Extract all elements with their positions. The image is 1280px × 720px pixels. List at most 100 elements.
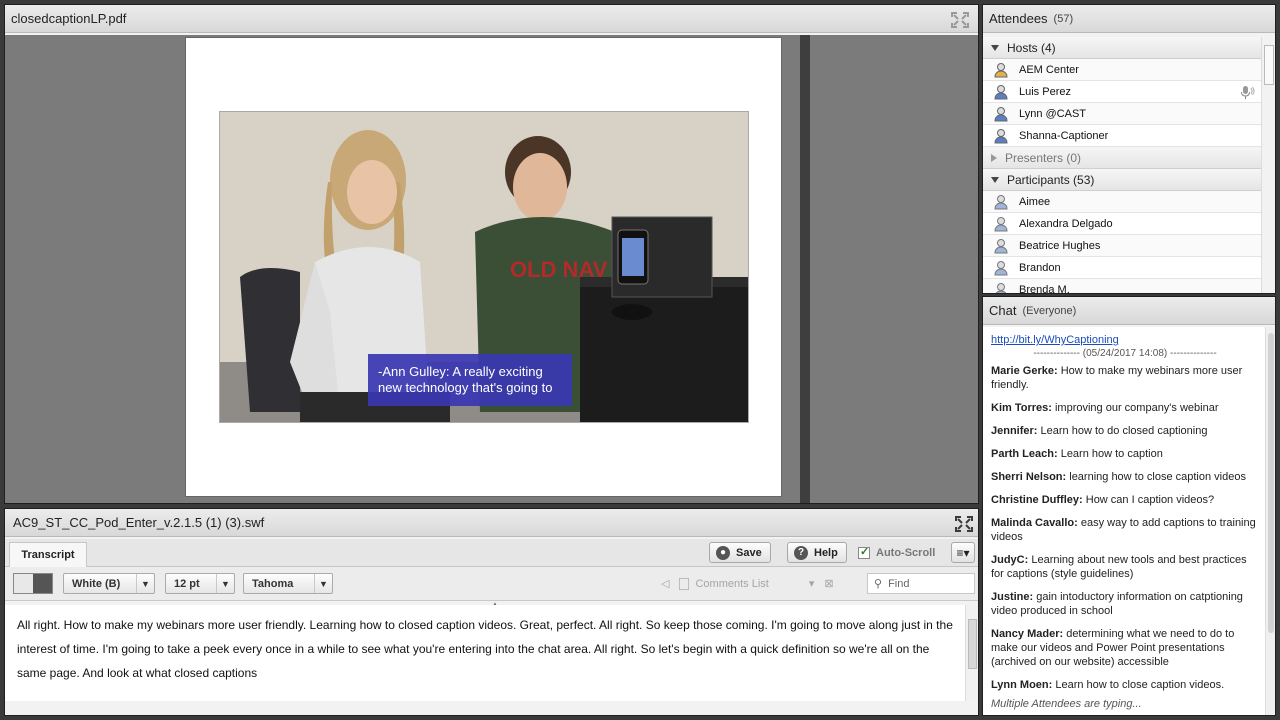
attendee-row[interactable]: Shanna-Captioner [983,125,1261,147]
participant-person-icon [994,216,1008,231]
transcript-scrollbar[interactable] [965,605,978,701]
chat-messages: http://bit.ly/WhyCaptioning ------------… [983,327,1267,715]
clear-comment-icon: ⊠ [824,578,834,590]
participants-list: Aimee Alexandra Delgado Beatrice Hughes … [983,191,1261,293]
chat-text: Learn how to do closed captioning [1037,425,1208,437]
chat-scope[interactable]: (Everyone) [1022,305,1076,317]
scrollbar-thumb[interactable] [968,619,977,669]
attendee-name: Beatrice Hughes [1019,239,1101,252]
presenters-group-label: Presenters (0) [1005,150,1082,165]
participant-person-icon [994,194,1008,209]
app-window: closedcaptionLP.pdf OLD NAV -Ann Gulley:… [0,0,1280,720]
chat-text: learning how to close caption videos [1066,471,1246,483]
caption-pod-title-bar: AC9_ST_CC_Pod_Enter_v.2.1.5 (1) (3).swf [5,509,978,537]
chat-message: Christine Duffley: How can I caption vid… [991,493,1259,507]
chat-text: Learn how to caption [1057,448,1163,460]
video-still: OLD NAV -Ann Gulley: A really exciting n… [220,112,748,422]
chat-scrollbar[interactable] [1265,327,1275,715]
save-icon: ● [716,545,730,560]
caption-tab-bar: Transcript ● Save ? Help Auto-Scroll ≡▾ [5,539,978,567]
stage-edge [800,35,810,503]
chat-text: Learn how to close caption videos. [1052,679,1225,691]
chat-sender: Malinda Cavallo: [991,517,1078,529]
attendee-scrollbar[interactable] [1261,37,1275,293]
size-select[interactable]: 12 pt ▼ [165,573,235,594]
fullscreen-icon[interactable] [955,516,973,532]
caption-toolbar: White (B) ▼ 12 pt ▼ Tahoma ▼ ◁ Comments … [5,567,978,601]
attendees-pod: Attendees (57) Hosts (4) AEM Center Luis… [982,4,1276,294]
autoscroll-label: Auto-Scroll [876,546,936,559]
dropdown-arrow-icon: ▼ [216,574,234,593]
hosts-list: AEM Center Luis Perez Lynn @CAST Shanna-… [983,59,1261,147]
chat-sender: Nancy Mader: [991,628,1064,640]
options-menu-button[interactable]: ≡▾ [951,542,975,563]
chat-date-separator: -------------- (05/24/2017 14:08) ------… [1033,348,1217,359]
autoscroll-checkbox[interactable] [858,545,870,559]
color-select-value: White (B) [72,577,121,590]
attendee-row[interactable]: Aimee [983,191,1261,213]
chat-message: Jennifer: Learn how to do closed caption… [991,424,1259,438]
participant-person-icon [995,282,1007,293]
video-caption-line-1: -Ann Gulley: A really exciting [378,364,543,379]
participants-group-header[interactable]: Participants (53) [983,169,1261,191]
attendee-row[interactable]: Lynn @CAST [983,103,1261,125]
typing-indicator: Multiple Attendees are typing... [991,698,1142,710]
host-person-icon [994,106,1008,121]
chat-link[interactable]: http://bit.ly/WhyCaptioning [991,333,1259,347]
attendee-name: Shanna-Captioner [1019,129,1109,142]
chat-sender: Lynn Moen: [991,679,1053,691]
comment-checkbox [679,577,690,590]
chat-sender: Marie Gerke: [991,365,1058,377]
tab-transcript[interactable]: Transcript [9,542,87,567]
presenters-group-header[interactable]: Presenters (0) [983,147,1261,169]
scrollbar-thumb[interactable] [1264,45,1274,85]
attendee-row[interactable]: AEM Center [983,59,1261,81]
attendee-row[interactable]: Beatrice Hughes [983,235,1261,257]
help-label: Help [814,546,838,559]
chat-message: Justine: gain intoductory information on… [991,590,1259,618]
autoscroll-toggle[interactable]: Auto-Scroll [858,542,935,563]
layout-option-light[interactable] [14,574,33,593]
find-input[interactable]: ⚲ Find [867,573,975,594]
caption-pod: AC9_ST_CC_Pod_Enter_v.2.1.5 (1) (3).swf … [4,508,979,716]
attendee-row[interactable]: Brenda M. [983,279,1261,293]
layout-toggle[interactable] [13,573,53,594]
share-pod-title: closedcaptionLP.pdf [11,11,127,26]
collapsed-arrow-icon [991,153,997,162]
chat-message: Marie Gerke: How to make my webinars mor… [991,364,1259,392]
chat-text: improving our company's webinar [1051,402,1219,414]
help-button[interactable]: ? Help [787,542,847,563]
attendee-name: Luis Perez [1019,85,1071,98]
search-icon: ⚲ [874,578,883,590]
video-caption-line-2: new technology that's going to [378,380,553,395]
chat-message: Parth Leach: Learn how to caption [991,447,1259,461]
attendee-name: Alexandra Delgado [1019,217,1113,230]
attendee-row[interactable]: Luis Perez [983,81,1261,103]
chat-pod: Chat (Everyone) http://bit.ly/WhyCaption… [982,296,1276,716]
fullscreen-icon[interactable] [951,12,969,28]
attendee-row[interactable]: Alexandra Delgado [983,213,1261,235]
layout-option-dark[interactable] [33,574,52,593]
share-pod-title-bar: closedcaptionLP.pdf [5,5,978,33]
font-select[interactable]: Tahoma ▼ [243,573,333,594]
size-select-value: 12 pt [174,577,200,590]
save-button[interactable]: ● Save [709,542,771,563]
attendees-title: Attendees [989,11,1048,26]
find-placeholder: Find [888,577,910,590]
chat-message: Lynn Moen: Learn how to close caption vi… [991,678,1259,692]
color-select[interactable]: White (B) ▼ [63,573,155,594]
help-icon: ? [794,545,808,560]
attendee-row[interactable]: Brandon [983,257,1261,279]
video-frame: OLD NAV -Ann Gulley: A really exciting n… [219,111,749,423]
microphone-icon [1241,86,1255,99]
chat-title-bar: Chat (Everyone) [983,297,1275,325]
scrollbar-thumb[interactable] [1268,333,1274,633]
save-label: Save [736,546,762,559]
hosts-group-header[interactable]: Hosts (4) [983,37,1261,59]
attendee-list: Hosts (4) AEM Center Luis Perez Lynn @CA… [983,37,1261,293]
share-pod: closedcaptionLP.pdf OLD NAV -Ann Gulley:… [4,4,979,504]
chat-text: Learning about new tools and best practi… [991,554,1247,580]
attendees-count: (57) [1053,12,1074,25]
attendees-title-bar: Attendees (57) [983,5,1275,33]
prev-comment-icon: ◁ [661,578,670,590]
